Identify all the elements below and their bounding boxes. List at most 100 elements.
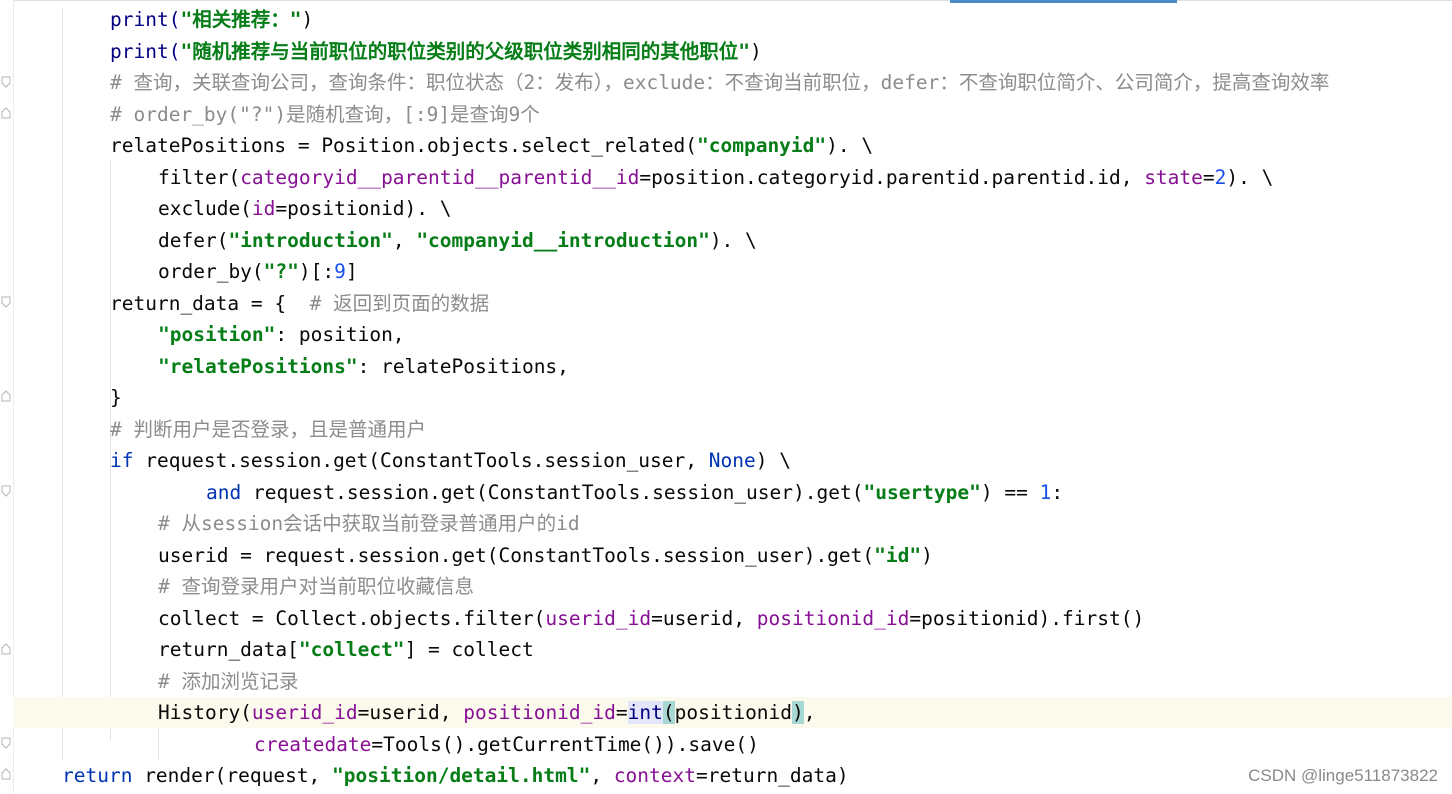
code-token: filter( xyxy=(158,165,241,189)
code-token: : relatePositions, xyxy=(357,354,569,378)
code-line[interactable]: order_by("?")[:9] xyxy=(158,256,358,287)
code-token: =position.categoryid.parentid.parentid.i… xyxy=(639,165,1145,189)
active-tab-indicator[interactable] xyxy=(950,0,1177,3)
code-editor[interactable]: print("相关推荐：") print("随机推荐与当前职位的职位类别的父级职位… xyxy=(0,0,1452,794)
code-token: ) xyxy=(749,39,762,63)
code-token: return xyxy=(62,764,133,787)
code-line[interactable]: createdate=Tools().getCurrentTime()).sav… xyxy=(254,729,759,760)
code-token: relatePositions = Position.objects.selec… xyxy=(110,134,697,157)
code-line[interactable]: # 判断用户是否登录，且是普通用户 xyxy=(110,414,426,445)
code-token: } xyxy=(110,386,122,409)
code-token: "companyid" xyxy=(697,134,827,157)
code-line[interactable]: # order_by("?")是随机查询，[:9]是查询9个 xyxy=(110,99,540,130)
code-token: # order_by("?")是随机查询，[:9]是查询9个 xyxy=(110,102,540,126)
code-line[interactable]: exclude(id=positionid). \ xyxy=(158,193,452,224)
code-line[interactable]: if request.session.get(ConstantTools.ses… xyxy=(110,445,791,476)
code-token: : position, xyxy=(275,323,405,346)
code-line[interactable]: userid = request.session.get(ConstantToo… xyxy=(158,540,933,571)
code-token: categoryid__parentid__parentid__id xyxy=(240,165,640,189)
code-token: createdate xyxy=(254,732,372,756)
fold-close-icon[interactable] xyxy=(1,643,11,655)
code-line[interactable]: return_data = { # 返回到页面的数据 xyxy=(110,288,489,319)
code-token: "introduction" xyxy=(228,228,393,252)
code-token: defer( xyxy=(158,228,229,252)
fold-open-icon[interactable] xyxy=(1,485,11,497)
code-token: "?" xyxy=(263,260,299,283)
code-token: ). \ xyxy=(709,228,757,252)
code-token: "相关推荐：" xyxy=(180,8,302,31)
code-token: 1 xyxy=(1039,480,1052,504)
code-token: ( xyxy=(662,701,675,724)
code-token: "随机推荐与当前职位的职位类别的父级职位类别相同的其他职位" xyxy=(180,39,750,63)
code-token: # 从session会话中获取当前登录普通用户的id xyxy=(158,512,580,535)
code-line[interactable]: return render(request, "position/detail.… xyxy=(62,760,849,791)
code-token: state xyxy=(1144,165,1203,189)
code-line[interactable]: defer("introduction", "companyid__introd… xyxy=(158,225,757,256)
code-token: ] = collect xyxy=(404,638,534,661)
code-line[interactable]: # 从session会话中获取当前登录普通用户的id xyxy=(158,508,580,539)
fold-close-icon[interactable] xyxy=(1,768,11,780)
code-line[interactable]: History(userid_id=userid, positionid_id=… xyxy=(158,697,816,728)
code-token: userid = request.session.get(ConstantToo… xyxy=(158,543,875,567)
code-token: # 添加浏览记录 xyxy=(158,669,299,693)
code-token: request.session.get(ConstantTools.sessio… xyxy=(241,480,864,504)
code-token: id xyxy=(251,197,276,220)
code-line[interactable]: relatePositions = Position.objects.selec… xyxy=(110,130,873,161)
code-line[interactable]: print("相关推荐：") xyxy=(110,4,313,35)
code-token: and xyxy=(206,480,242,504)
code-token: 2 xyxy=(1214,165,1227,189)
code-token: render(request, xyxy=(132,764,333,787)
code-token: , xyxy=(392,228,417,252)
code-line[interactable]: collect = Collect.objects.filter(userid_… xyxy=(158,603,1144,634)
code-token: print( xyxy=(110,8,181,31)
indent-guide xyxy=(62,8,63,760)
code-line[interactable]: return_data["collect"] = collect xyxy=(158,634,534,665)
code-token: return_data = { xyxy=(110,291,310,315)
code-token: =userid, xyxy=(357,701,464,724)
code-token: request.session.get(ConstantTools.sessio… xyxy=(133,449,709,472)
code-line[interactable]: # 查询，关联查询公司，查询条件：职位状态（2：发布），exclude：不查询当… xyxy=(110,67,1329,98)
code-token: =positionid). \ xyxy=(275,197,452,220)
editor-top-border xyxy=(13,0,1452,1)
code-token: positionid_id xyxy=(463,701,616,724)
code-token: =positionid).first() xyxy=(909,606,1145,630)
code-token: context xyxy=(613,764,696,787)
code-token: exclude( xyxy=(158,197,252,220)
code-line[interactable]: "relatePositions": relatePositions, xyxy=(158,351,569,382)
fold-close-icon[interactable] xyxy=(1,107,11,119)
code-line[interactable]: "position": position, xyxy=(158,319,405,350)
code-token: ] xyxy=(345,260,358,283)
fold-open-icon[interactable] xyxy=(1,76,11,88)
code-token: "id" xyxy=(874,543,922,567)
watermark: CSDN @linge511873822 xyxy=(1248,766,1438,785)
indent-guide xyxy=(158,724,159,760)
code-token: positionid xyxy=(674,701,793,724)
fold-open-icon[interactable] xyxy=(1,296,11,308)
code-line[interactable]: filter(categoryid__parentid__parentid__i… xyxy=(158,162,1273,193)
code-token: if xyxy=(110,449,134,472)
code-token: =Tools().getCurrentTime()).save() xyxy=(371,732,759,756)
code-token: 9 xyxy=(334,260,346,283)
code-line[interactable]: } xyxy=(110,382,122,413)
code-line[interactable]: # 添加浏览记录 xyxy=(158,666,298,697)
code-token: ) \ xyxy=(755,449,791,472)
code-token: return_data[ xyxy=(158,638,299,661)
code-token: None xyxy=(708,449,756,472)
code-token: , xyxy=(803,701,816,724)
code-token: ) xyxy=(921,543,933,567)
code-token: , xyxy=(590,764,614,787)
fold-open-icon[interactable] xyxy=(1,737,11,749)
code-token: # 查询登录用户对当前职位收藏信息 xyxy=(158,575,474,598)
fold-close-icon[interactable] xyxy=(1,390,11,402)
code-token: History( xyxy=(158,701,252,724)
code-token: =userid, xyxy=(651,606,757,630)
code-token: = xyxy=(615,701,628,724)
code-token: order_by( xyxy=(158,260,264,283)
code-line[interactable]: and request.session.get(ConstantTools.se… xyxy=(206,477,1063,508)
code-token: : xyxy=(1051,480,1064,504)
code-token: ). \ xyxy=(1226,165,1274,189)
code-line[interactable]: print("随机推荐与当前职位的职位类别的父级职位类别相同的其他职位") xyxy=(110,36,762,67)
code-line[interactable]: # 查询登录用户对当前职位收藏信息 xyxy=(158,571,474,602)
code-token: ) xyxy=(301,8,314,31)
code-token: userid_id xyxy=(545,606,652,630)
